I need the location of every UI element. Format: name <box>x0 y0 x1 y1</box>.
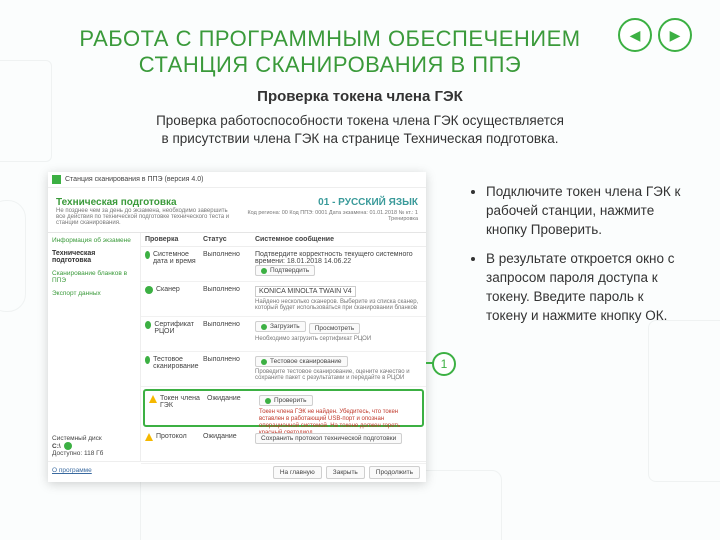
close-button[interactable]: Закрыть <box>326 466 365 479</box>
check-token-button[interactable]: Проверить <box>259 395 313 406</box>
home-button[interactable]: На главную <box>273 466 322 479</box>
window-titlebar: Станция сканирования в ППЭ (версия 4.0) <box>48 172 426 188</box>
app-icon <box>52 175 61 184</box>
ok-icon <box>145 321 151 329</box>
sidebar: Информация об экзамене Техническая подго… <box>48 233 141 461</box>
ok-icon <box>145 251 150 259</box>
callout-1: 1 <box>432 352 456 376</box>
row-datetime: Системное дата и время Выполнено Подтвер… <box>141 247 426 282</box>
instruction-list: Подключите токен члена ГЭК к рабочей ста… <box>468 182 686 335</box>
scanner-select[interactable]: KONICA MINOLTA TWAIN V4 <box>255 286 356 297</box>
prev-slide-button[interactable]: ◀ <box>618 18 652 52</box>
window-title: Станция сканирования в ППЭ (версия 4.0) <box>65 176 203 183</box>
load-cert-button[interactable]: Загрузить <box>255 321 306 332</box>
page-subtitle: Не позднее чем за день до экзамена, необ… <box>56 208 236 226</box>
row-test-scan: Тестовое сканирование Выполнено Тестовое… <box>141 352 426 387</box>
disk-info: Системный диск C:\ Доступно: 118 Гб <box>52 435 136 457</box>
disk-ok-icon <box>64 442 72 450</box>
save-protocol-button[interactable]: Сохранить протокол технической подготовк… <box>255 433 402 444</box>
about-link[interactable]: О программе <box>52 467 92 474</box>
instruction-item: В результате откроется окно с запросом п… <box>486 249 686 325</box>
ok-icon <box>145 356 150 364</box>
row-cert: Сертификат РЦОИ Выполнено ЗагрузитьПросм… <box>141 317 426 352</box>
exam-info: Код региона: 00 Код ППЭ: 0001 Дата экзам… <box>236 210 418 222</box>
sidebar-item-info[interactable]: Информация об экзамене <box>52 237 136 244</box>
warn-icon <box>149 395 157 403</box>
sidebar-item-tech-active[interactable]: Техническая подготовка <box>52 250 136 264</box>
subject-label: 01 - РУССКИЙ ЯЗЫК <box>236 197 418 208</box>
row-protocol: Протокол Ожидание Сохранить протокол тех… <box>141 429 426 464</box>
row-scanner: Сканер Выполнено KONICA MINOLTA TWAIN V4… <box>141 282 426 317</box>
slide-title: РАБОТА С ПРОГРАММНЫМ ОБЕСПЕЧЕНИЕМ СТАНЦИ… <box>60 26 600 78</box>
sidebar-item-export[interactable]: Экспорт данных <box>52 290 136 297</box>
title-line-1: РАБОТА С ПРОГРАММНЫМ ОБЕСПЕЧЕНИЕМ <box>79 26 580 51</box>
row-token-highlight: Токен члена ГЭК Ожидание ПроверитьТокен … <box>143 389 424 427</box>
continue-button[interactable]: Продолжить <box>369 466 420 479</box>
page-title: Техническая подготовка <box>56 197 236 208</box>
view-cert-button[interactable]: Просмотреть <box>309 323 360 334</box>
instruction-item: Подключите токен члена ГЭК к рабочей ста… <box>486 182 686 239</box>
slide-subtitle: Проверка токена члена ГЭК <box>0 88 720 105</box>
footer-bar: На главную Закрыть Продолжить <box>48 461 426 483</box>
slide-description: Проверка работоспособности токена члена … <box>0 112 720 148</box>
sidebar-item-scan[interactable]: Сканирование бланков в ППЭ <box>52 270 136 284</box>
confirm-button[interactable]: Подтвердить <box>255 265 315 276</box>
table-header: Проверка Статус Системное сообщение <box>141 233 426 247</box>
test-scan-button[interactable]: Тестовое сканирование <box>255 356 348 367</box>
ok-icon <box>145 286 153 294</box>
next-slide-button[interactable]: ▶ <box>658 18 692 52</box>
app-screenshot: Станция сканирования в ППЭ (версия 4.0) … <box>48 172 426 482</box>
warn-icon <box>145 433 153 441</box>
title-line-2: СТАНЦИЯ СКАНИРОВАНИЯ В ППЭ <box>139 52 521 77</box>
